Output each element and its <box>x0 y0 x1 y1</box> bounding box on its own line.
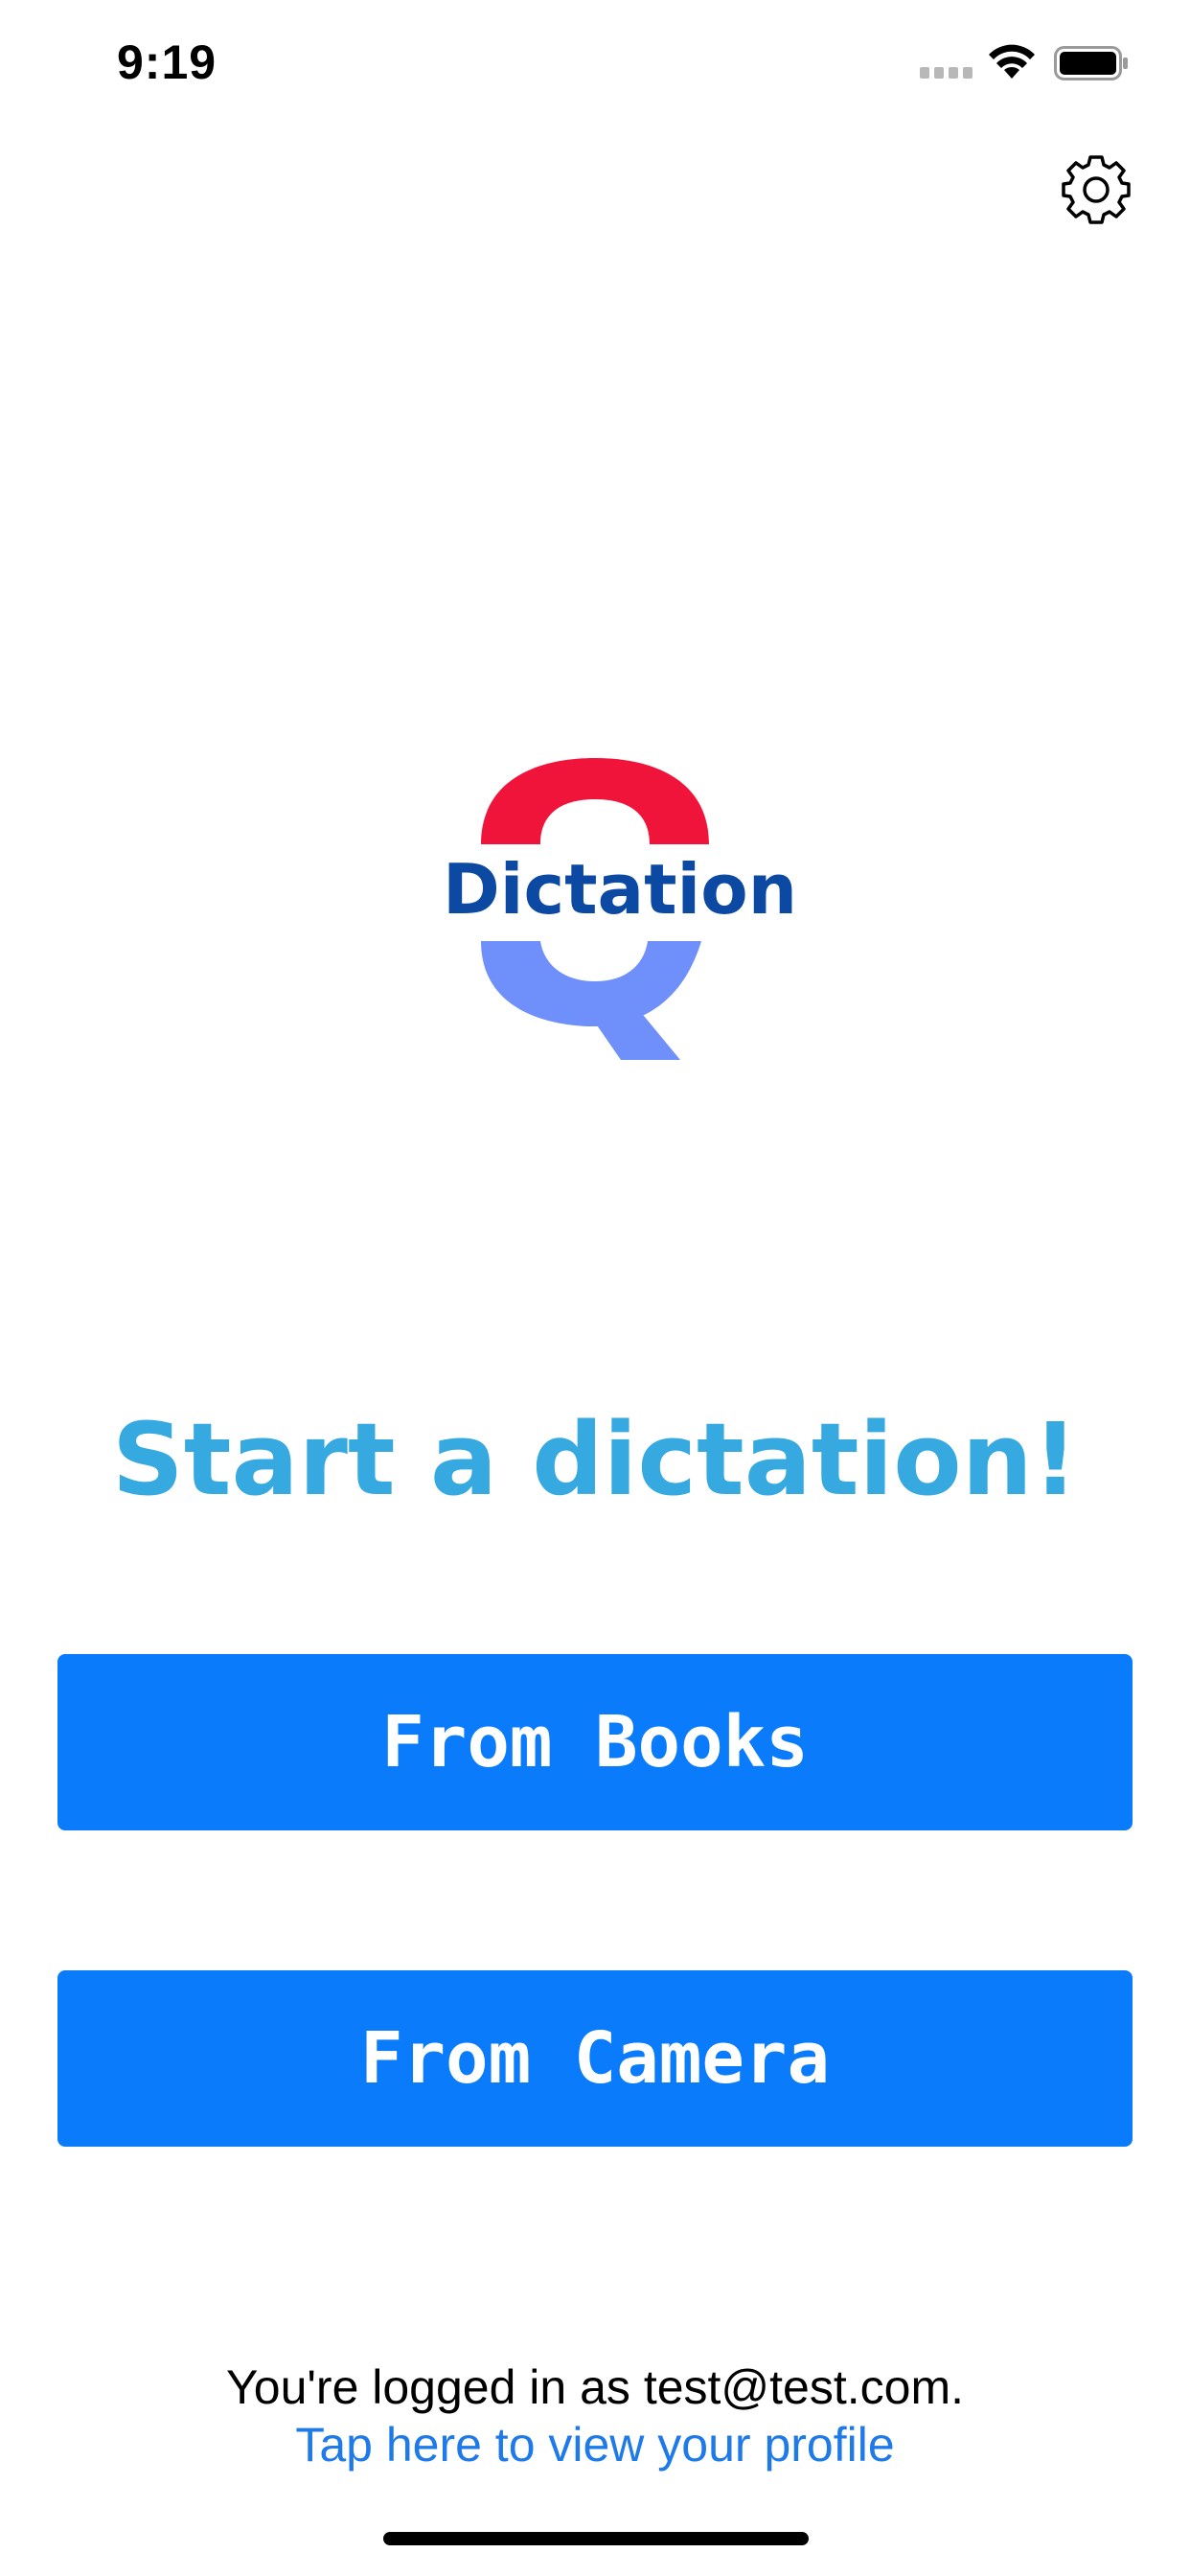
wifi-icon <box>989 44 1035 79</box>
gear-icon[interactable] <box>1058 151 1134 228</box>
battery-icon <box>1054 46 1128 80</box>
home-indicator[interactable] <box>383 2532 809 2545</box>
from-camera-button[interactable]: From Camera <box>57 1970 1133 2147</box>
from-books-button[interactable]: From Books <box>57 1654 1133 1830</box>
login-status-text: You're logged in as test@test.com. <box>226 2360 964 2414</box>
status-bar: 9:19 <box>0 0 1190 134</box>
app-logo: Dictation <box>443 753 797 1065</box>
cellular-signal-icon <box>920 67 973 79</box>
view-profile-link[interactable]: Tap here to view your profile <box>0 2417 1190 2472</box>
page-title: Start a dictation! <box>111 1401 1079 1518</box>
logo-text: Dictation <box>443 849 797 930</box>
status-time: 9:19 <box>117 35 217 89</box>
